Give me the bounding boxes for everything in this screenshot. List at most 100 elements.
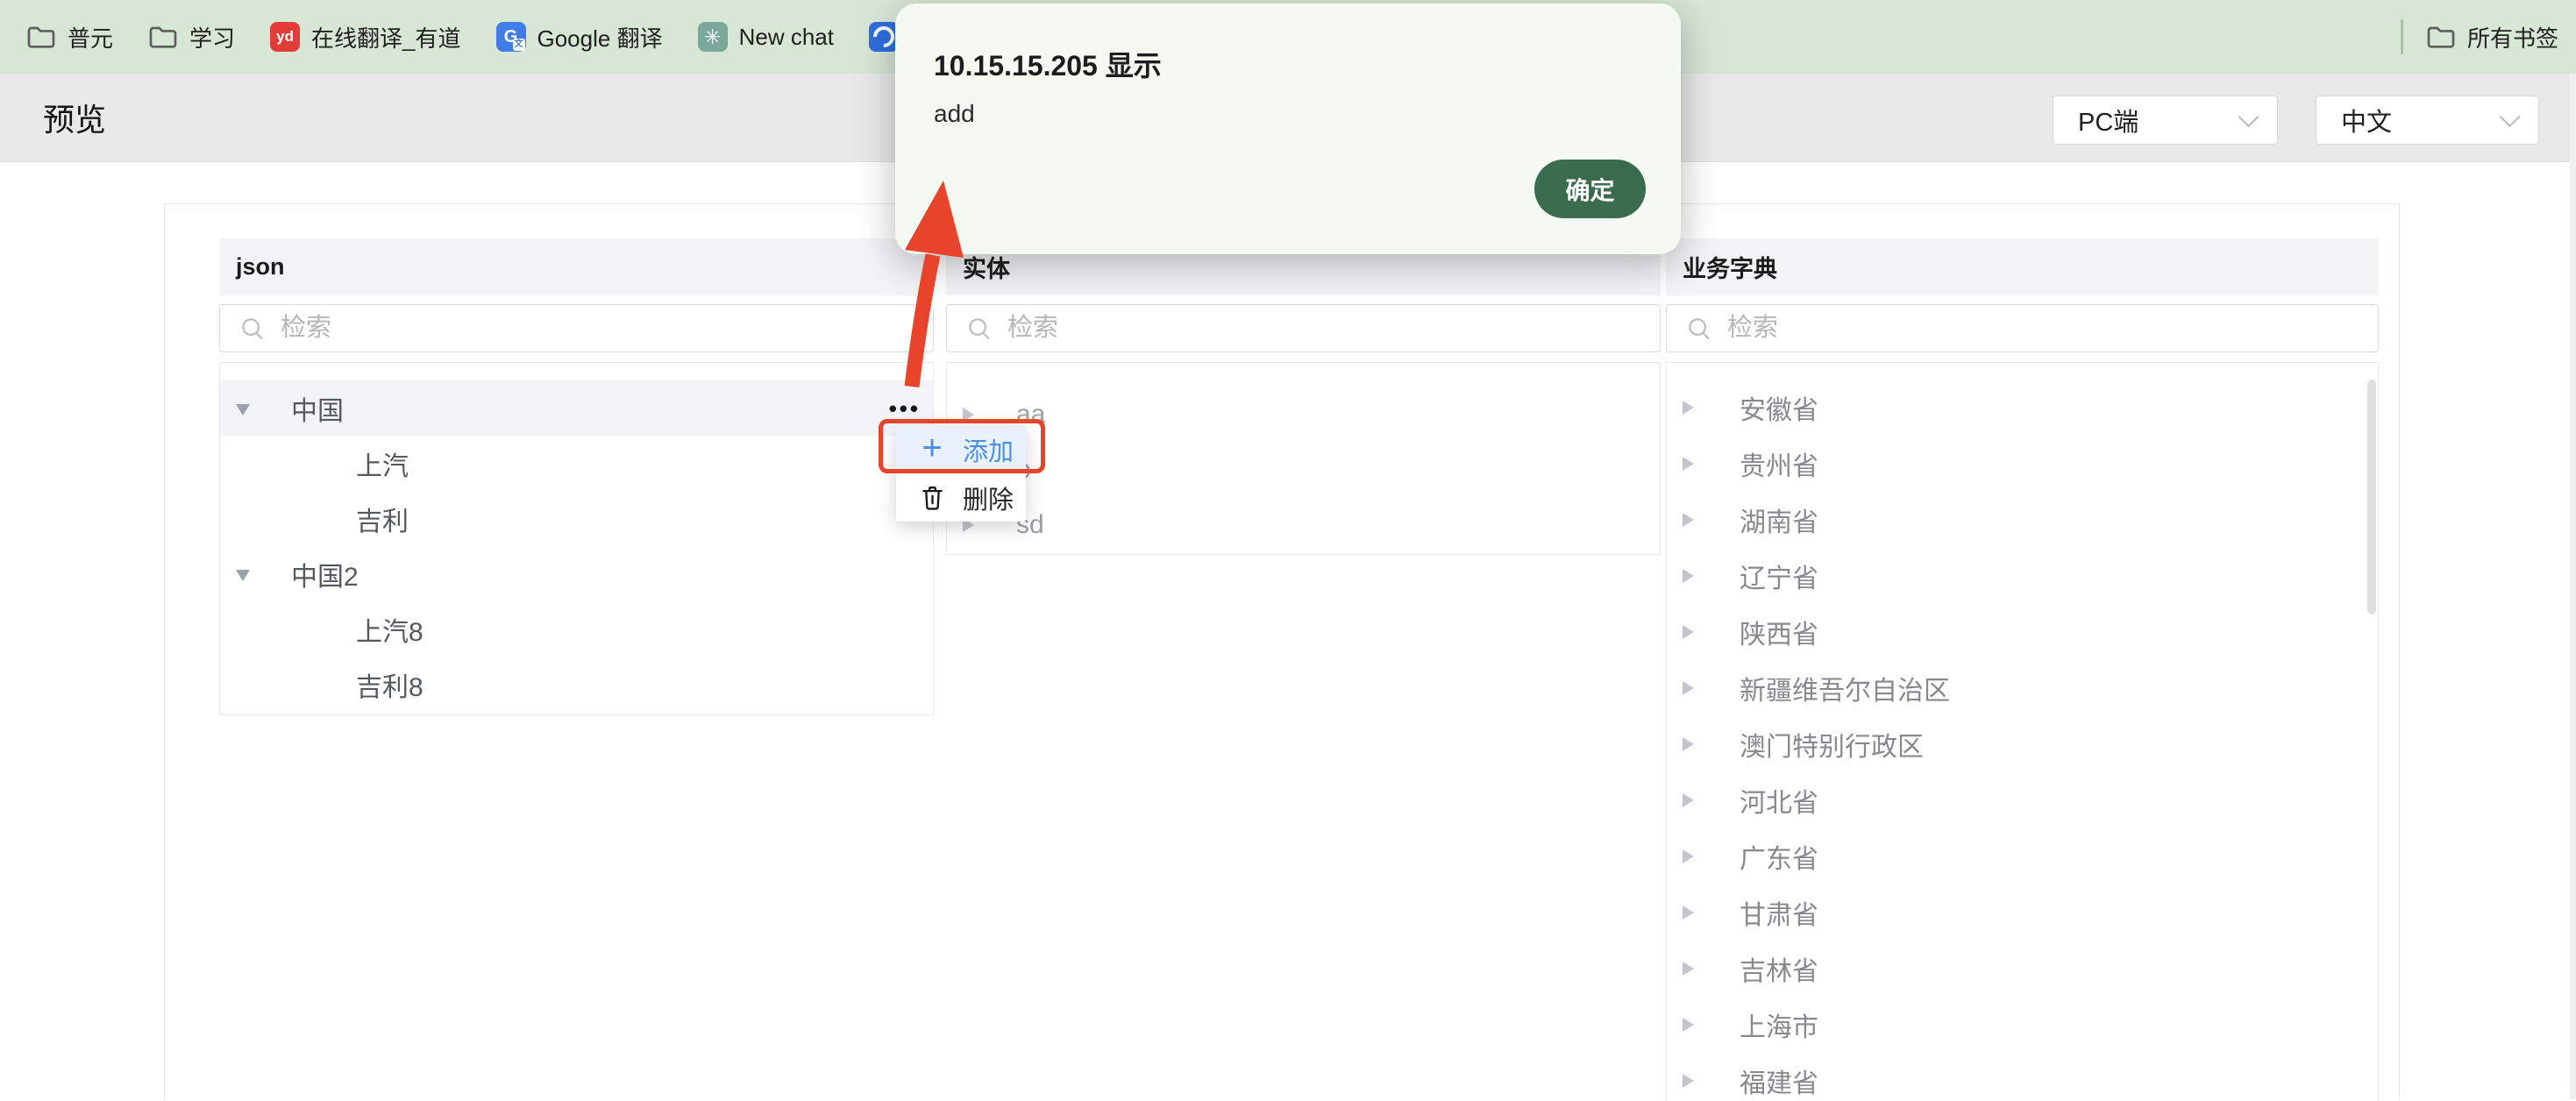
alert-dialog: 10.15.15.205 显示 add 确定 — [895, 4, 1681, 254]
bookmark-item[interactable]: G文 Google 翻译 — [496, 21, 663, 53]
language-select-value: 中文 — [2341, 102, 2502, 139]
menu-item-add[interactable]: + 添加 — [896, 425, 1026, 473]
tree-item-label: 吉利 — [356, 500, 409, 538]
more-button[interactable]: ••• — [889, 397, 921, 420]
tree-item[interactable]: 中国2 — [220, 546, 933, 601]
bookmarks-bar-right: 所有书签 — [2401, 0, 2558, 74]
caret-right-icon[interactable] — [1683, 962, 1694, 976]
confirm-button[interactable]: 确定 — [1534, 160, 1646, 218]
tree-item[interactable]: 中国 ••• — [220, 380, 933, 436]
dictionary-item[interactable]: 上海市 — [1667, 997, 2378, 1053]
caret-down-icon[interactable] — [236, 570, 250, 581]
entity-search-input[interactable] — [1006, 313, 1660, 344]
tree-item-label: 中国 — [291, 389, 344, 428]
alert-dialog-title: 10.15.15.205 显示 — [934, 44, 1162, 84]
tree-item[interactable]: 上汽 — [220, 436, 933, 491]
caret-right-icon[interactable] — [1683, 513, 1694, 527]
entity-item[interactable]: aa — [947, 387, 1660, 442]
dictionary-item[interactable]: 吉林省 — [1667, 941, 2378, 997]
dictionary-item[interactable]: 贵州省 — [1667, 436, 2378, 492]
language-select[interactable]: 中文 — [2316, 96, 2539, 145]
tree-item-label: 中国2 — [291, 555, 359, 593]
caret-right-icon[interactable] — [1683, 906, 1694, 920]
tree-item[interactable]: 吉利 — [220, 491, 933, 546]
json-search-input[interactable] — [279, 313, 933, 344]
dictionary-item-label: 贵州省 — [1740, 444, 1818, 483]
dictionary-item[interactable]: 福建省 — [1667, 1053, 2378, 1101]
dictionary-item-label: 吉林省 — [1740, 949, 1818, 988]
chevron-down-icon — [2238, 106, 2259, 127]
dictionary-item[interactable]: 广东省 — [1667, 828, 2378, 884]
alert-dialog-message: add — [934, 100, 975, 128]
caret-right-icon[interactable] — [1683, 793, 1694, 807]
dictionary-item-label: 澳门特别行政区 — [1740, 725, 1924, 764]
caret-down-icon[interactable] — [236, 404, 250, 416]
bookmark-item[interactable]: ✳New chat — [698, 22, 834, 52]
bookmark-label: 在线翻译_有道 — [311, 21, 460, 53]
dictionary-item-label: 河北省 — [1740, 781, 1818, 820]
tree-item[interactable]: 上汽8 — [220, 601, 933, 657]
bookmark-label: 普元 — [68, 21, 113, 53]
bookmarks-separator — [2401, 19, 2403, 54]
dictionary-item[interactable]: 辽宁省 — [1667, 548, 2378, 604]
entity-search-box — [946, 304, 1661, 352]
json-tree: 中国 ••• 上汽吉利中国2 上汽8 吉利8 — [219, 362, 934, 715]
trash-icon — [917, 485, 947, 511]
caret-right-icon[interactable] — [1683, 569, 1694, 583]
folder-icon — [148, 22, 178, 52]
dictionary-search-box — [1666, 304, 2379, 352]
tree-item[interactable]: 吉利8 — [220, 657, 933, 712]
bookmark-item[interactable]: 普元 — [26, 21, 113, 53]
dictionary-item-label: 广东省 — [1740, 837, 1818, 876]
caret-right-icon[interactable] — [1683, 625, 1694, 639]
menu-item-delete[interactable]: 删除 — [896, 473, 1026, 522]
tree-item-label: 上汽 — [356, 444, 409, 483]
entity-list: aabsd — [946, 362, 1661, 555]
bookmark-item[interactable]: yd 在线翻译_有道 — [270, 21, 460, 53]
caret-right-icon[interactable] — [1683, 401, 1694, 415]
dictionary-search-input[interactable] — [1726, 313, 2378, 344]
caret-right-icon[interactable] — [963, 408, 974, 422]
search-icon — [966, 316, 993, 342]
bookmark-label: Google 翻译 — [537, 21, 663, 53]
entity-item[interactable]: sd — [947, 497, 1660, 552]
caret-right-icon[interactable] — [1683, 737, 1694, 751]
dictionary-item-label: 安徽省 — [1740, 388, 1818, 427]
dictionary-item[interactable]: 湖南省 — [1667, 492, 2378, 548]
bookmark-item[interactable]: 学习 — [148, 21, 235, 53]
panel-json-header: json — [219, 238, 934, 295]
dictionary-item[interactable]: 安徽省 — [1667, 380, 2378, 436]
folder-icon — [2426, 22, 2456, 52]
dictionary-item[interactable]: 甘肃省 — [1667, 884, 2378, 941]
caret-right-icon[interactable] — [1683, 1018, 1694, 1032]
dictionary-item[interactable]: 河北省 — [1667, 772, 2378, 828]
caret-right-icon[interactable] — [1683, 849, 1694, 863]
page-title: 预览 — [43, 74, 106, 161]
folder-icon — [26, 22, 56, 52]
bookmarks-list: 普元学习yd在线翻译_有道G文Google 翻译✳New chatD — [0, 21, 962, 53]
tree-item-label: 上汽8 — [356, 610, 423, 649]
dictionary-item[interactable]: 陕西省 — [1667, 604, 2378, 660]
dictionary-list: 安徽省贵州省湖南省辽宁省陕西省新疆维吾尔自治区澳门特别行政区河北省广东省甘肃省吉… — [1666, 362, 2379, 1101]
dictionary-item[interactable]: 新疆维吾尔自治区 — [1667, 660, 2378, 716]
json-search-box — [219, 304, 934, 352]
all-bookmarks-label: 所有书签 — [2467, 21, 2558, 53]
google-translate-icon: G文 — [496, 22, 526, 52]
entity-item[interactable]: b — [947, 442, 1660, 497]
caret-right-icon[interactable] — [1683, 457, 1694, 471]
dictionary-item-label: 新疆维吾尔自治区 — [1740, 669, 1950, 707]
search-icon — [239, 316, 266, 342]
bookmark-label: New chat — [739, 24, 834, 51]
caret-right-icon[interactable] — [1683, 1074, 1694, 1088]
device-select[interactable]: PC端 — [2053, 96, 2278, 145]
dictionary-item-label: 上海市 — [1740, 1005, 1818, 1044]
caret-right-icon[interactable] — [1683, 681, 1694, 695]
all-bookmarks-button[interactable]: 所有书签 — [2426, 21, 2558, 53]
youdao-icon: yd — [270, 22, 300, 52]
menu-item-add-label: 添加 — [963, 431, 1014, 468]
dictionary-item-label: 湖南省 — [1740, 501, 1818, 539]
dictionary-item[interactable]: 澳门特别行政区 — [1667, 716, 2378, 772]
panel-json-title: json — [236, 253, 285, 281]
page-scrollbar-rail[interactable] — [2570, 74, 2576, 1099]
plus-icon: + — [917, 434, 947, 465]
